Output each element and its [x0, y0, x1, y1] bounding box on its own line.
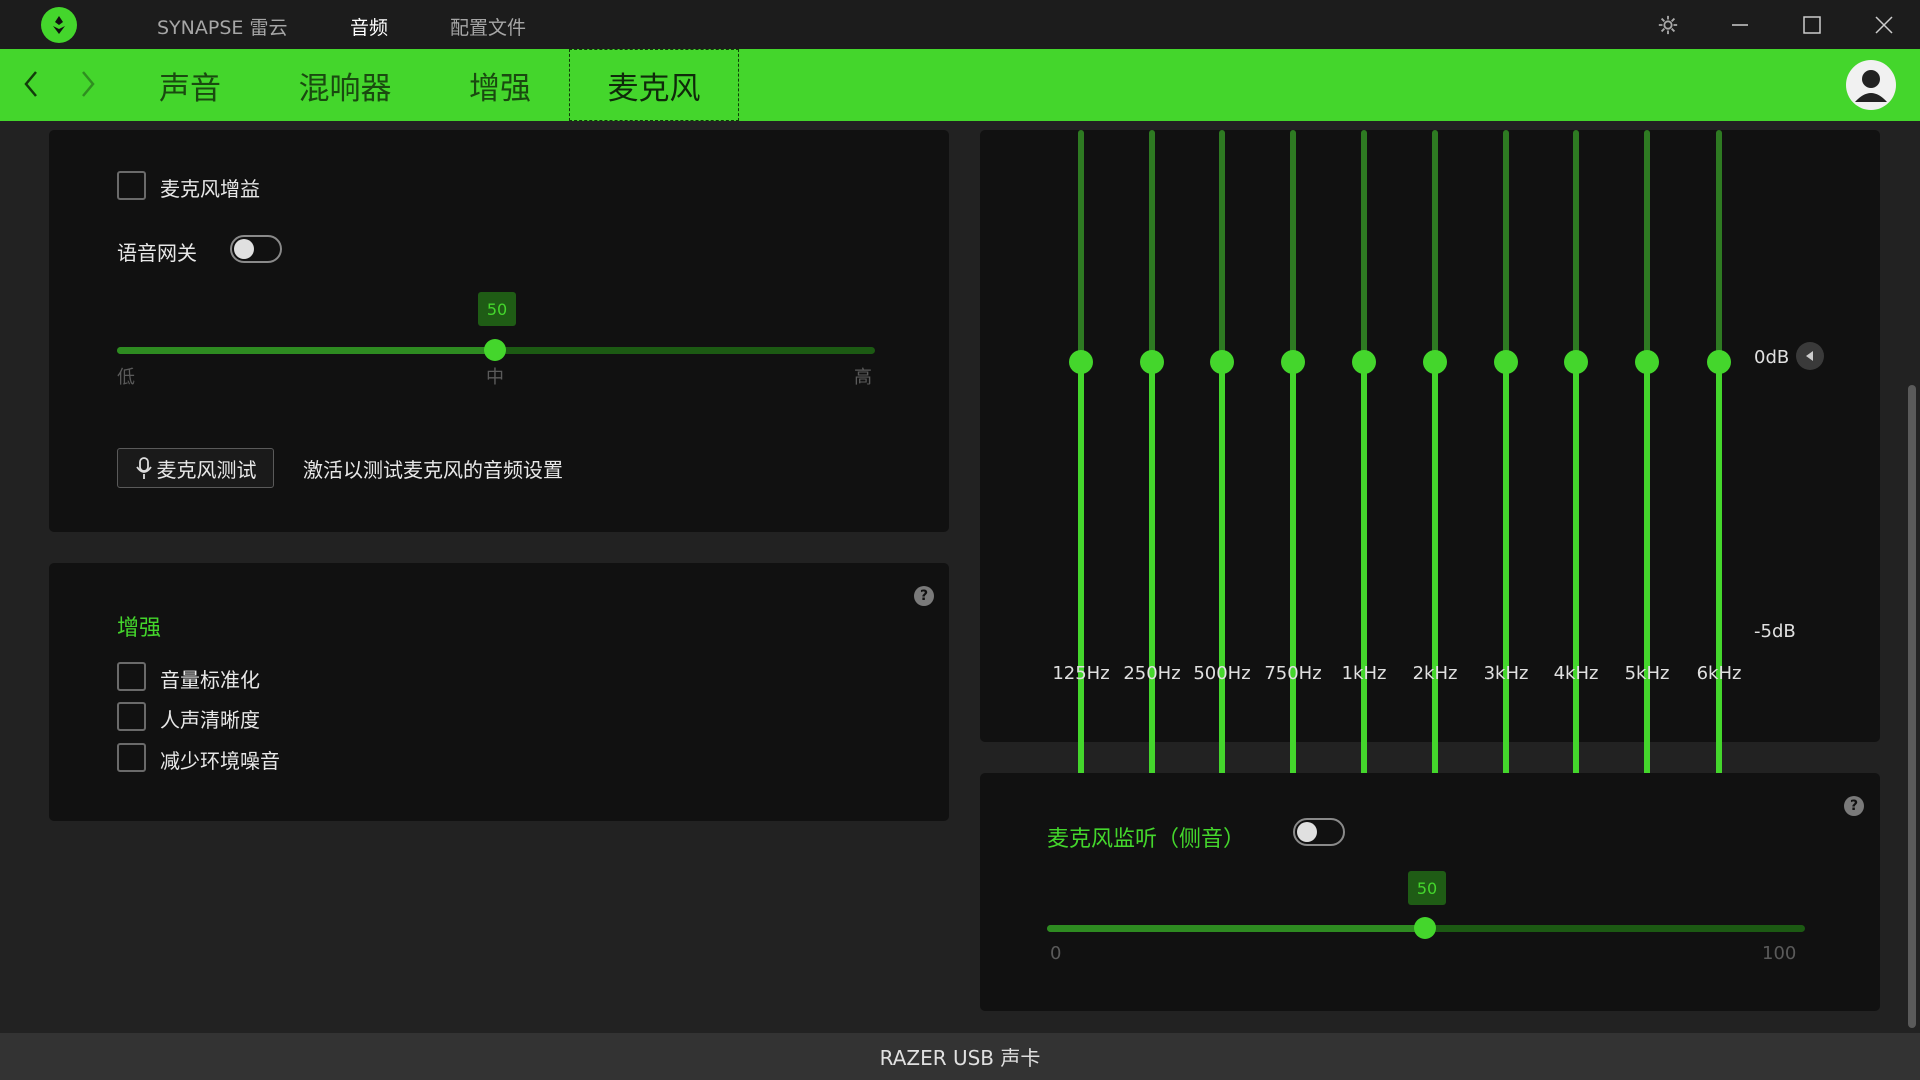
eq-minus5db-label: -5dB — [1754, 621, 1796, 642]
eq-handle[interactable] — [1564, 350, 1588, 374]
minimize-icon[interactable] — [1725, 10, 1755, 40]
sensitivity-low-label: 低 — [117, 363, 135, 389]
eq-slider-2khz[interactable] — [1415, 130, 1455, 650]
microphone-icon — [135, 456, 153, 480]
tab-sound[interactable]: 声音 — [140, 49, 240, 121]
tab-enhance[interactable]: 增强 — [450, 49, 550, 121]
eq-handle[interactable] — [1707, 350, 1731, 374]
eq-slider-750hz[interactable] — [1273, 130, 1313, 650]
monitoring-min-label: 0 — [1050, 943, 1061, 964]
eq-slider-1khz[interactable] — [1344, 130, 1384, 650]
back-arrow-icon[interactable] — [17, 69, 47, 99]
ambient-noise-reduction-checkbox[interactable] — [117, 743, 146, 772]
mic-monitoring-toggle[interactable] — [1293, 818, 1345, 846]
eq-freq-label: 750Hz — [1258, 663, 1328, 684]
eq-handle[interactable] — [1210, 350, 1234, 374]
title-tab-profiles[interactable]: 配置文件 — [450, 13, 526, 40]
eq-handle[interactable] — [1069, 350, 1093, 374]
ambient-noise-reduction-label: 减少环境噪音 — [160, 745, 280, 774]
eq-handle[interactable] — [1140, 350, 1164, 374]
vertical-scrollbar[interactable] — [1908, 385, 1916, 1028]
eq-freq-label: 5kHz — [1612, 663, 1682, 684]
eq-freq-label: 500Hz — [1187, 663, 1257, 684]
mic-test-description: 激活以测试麦克风的音频设置 — [303, 454, 563, 483]
maximize-icon[interactable] — [1797, 10, 1827, 40]
eq-freq-label: 4kHz — [1541, 663, 1611, 684]
eq-reset-arrow-icon[interactable] — [1796, 342, 1824, 370]
vocal-clarity-label: 人声清晰度 — [160, 704, 260, 733]
eq-slider-6khz[interactable] — [1699, 130, 1739, 650]
sensitivity-slider-fill — [117, 347, 495, 354]
eq-slider-3khz[interactable] — [1486, 130, 1526, 650]
title-tab-audio[interactable]: 音频 — [350, 13, 388, 40]
eq-0db-label: 0dB — [1754, 347, 1789, 368]
eq-handle[interactable] — [1635, 350, 1659, 374]
sensitivity-value-badge: 50 — [478, 292, 516, 326]
monitoring-slider-handle[interactable] — [1414, 917, 1436, 939]
forward-arrow-icon[interactable] — [72, 69, 102, 99]
device-footer: RAZER USB 声卡 — [0, 1033, 1920, 1080]
vocal-clarity-checkbox[interactable] — [117, 702, 146, 731]
settings-gear-icon[interactable] — [1653, 10, 1683, 40]
eq-freq-label: 2kHz — [1400, 663, 1470, 684]
sensitivity-high-label: 高 — [854, 363, 872, 389]
voice-gate-label: 语音网关 — [117, 237, 197, 266]
monitoring-max-label: 100 — [1762, 943, 1796, 964]
mic-monitoring-title: 麦克风监听（侧音） — [1047, 821, 1245, 853]
tab-microphone[interactable]: 麦克风 — [569, 49, 739, 121]
eq-handle[interactable] — [1352, 350, 1376, 374]
mic-gain-checkbox[interactable] — [117, 171, 146, 200]
eq-freq-label: 125Hz — [1046, 663, 1116, 684]
eq-slider-250hz[interactable] — [1132, 130, 1172, 650]
volume-normalization-label: 音量标准化 — [160, 664, 260, 693]
enhance-title: 增强 — [117, 610, 161, 642]
sensitivity-mid-label: 中 — [486, 363, 504, 389]
title-bar: SYNAPSE 雷云 音频 配置文件 — [0, 0, 1920, 49]
eq-slider-5khz[interactable] — [1627, 130, 1667, 650]
eq-slider-4khz[interactable] — [1556, 130, 1596, 650]
nav-bar: 声音 混响器 增强 麦克风 — [0, 49, 1920, 121]
eq-slider-500hz[interactable] — [1202, 130, 1242, 650]
mic-test-button[interactable]: 麦克风测试 — [117, 448, 274, 488]
user-avatar-icon[interactable] — [1846, 60, 1896, 110]
voice-gate-toggle[interactable] — [230, 235, 282, 263]
eq-freq-label: 1kHz — [1329, 663, 1399, 684]
enhance-help-icon[interactable]: ? — [914, 586, 934, 606]
eq-freq-label: 3kHz — [1471, 663, 1541, 684]
tab-mixer[interactable]: 混响器 — [290, 49, 400, 121]
mic-test-button-label: 麦克风测试 — [157, 454, 257, 483]
close-icon[interactable] — [1869, 10, 1899, 40]
title-tab-synapse[interactable]: SYNAPSE 雷云 — [157, 13, 287, 40]
eq-freq-label: 6kHz — [1684, 663, 1754, 684]
mic-gain-label: 麦克风增益 — [160, 173, 260, 202]
volume-normalization-checkbox[interactable] — [117, 662, 146, 691]
monitoring-slider-fill — [1047, 925, 1425, 932]
eq-handle[interactable] — [1423, 350, 1447, 374]
device-name: RAZER USB 声卡 — [880, 1042, 1041, 1071]
monitoring-help-icon[interactable]: ? — [1844, 796, 1864, 816]
eq-handle[interactable] — [1494, 350, 1518, 374]
eq-handle[interactable] — [1281, 350, 1305, 374]
sensitivity-slider-handle[interactable] — [484, 339, 506, 361]
eq-slider-125hz[interactable] — [1061, 130, 1101, 650]
monitoring-value-badge: 50 — [1408, 871, 1446, 905]
eq-freq-label: 250Hz — [1117, 663, 1187, 684]
razer-logo-icon[interactable] — [41, 7, 77, 43]
